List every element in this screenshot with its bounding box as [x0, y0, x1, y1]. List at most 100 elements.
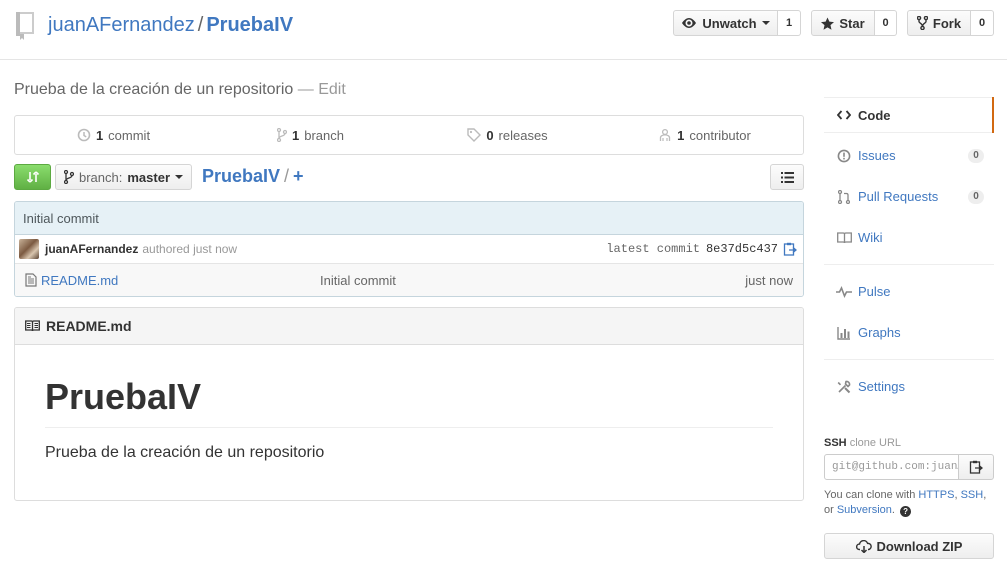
sidebar-item-graphs[interactable]: Graphs [824, 312, 994, 353]
sidebar-item-label: Pulse [858, 284, 891, 299]
file-commit-message-link[interactable]: Initial commit [320, 273, 396, 288]
pull-request-icon [836, 189, 852, 205]
readme-body: PruebaIV Prueba de la creación de un rep… [15, 345, 803, 462]
sidebar-item-wiki[interactable]: Wiki [824, 217, 994, 258]
latest-commit-message[interactable]: Initial commit [15, 202, 803, 235]
clone-subversion-link[interactable]: Subversion [837, 504, 892, 516]
download-zip-button[interactable]: Download ZIP [824, 533, 994, 559]
readme-heading: PruebaIV [45, 375, 773, 428]
fork-button[interactable]: Fork [907, 10, 971, 36]
star-count[interactable]: 0 [875, 10, 897, 36]
code-icon [836, 107, 852, 123]
fork-icon [916, 16, 928, 30]
branches-label: branch [304, 127, 344, 143]
table-row: README.md Initial commit just now [15, 264, 803, 296]
star-button[interactable]: Star [811, 10, 875, 36]
issue-opened-icon [836, 148, 852, 164]
commits-count: 1 [95, 127, 104, 143]
commit-meta: juanAFernandez authored just now latest … [15, 235, 803, 264]
sidebar-item-label: Settings [858, 379, 905, 394]
clone-help-text: You can clone with HTTPS, SSH, or Subver… [824, 489, 987, 517]
file-table: Initial commit juanAFernandez authored j… [14, 201, 804, 297]
sidebar-item-label: Code [858, 107, 891, 123]
repo-header: juanAFernandez / PruebaIV Unwatch 1 Star 0… [0, 0, 1007, 60]
breadcrumb-separator: / [284, 166, 290, 186]
file-list-toggle-button[interactable] [770, 164, 804, 190]
book-icon [25, 320, 40, 332]
sidebar-divider [824, 264, 994, 265]
contributors-link[interactable]: 1 contributor [606, 116, 803, 154]
sidebar-item-settings[interactable]: Settings [824, 366, 994, 407]
contributors-label: contributor [689, 127, 751, 143]
repo-title: juanAFernandez / PruebaIV [48, 13, 293, 37]
eye-icon [682, 18, 697, 28]
branches-count: 1 [292, 127, 300, 143]
clone-help-prefix: You can clone with [824, 489, 916, 501]
clipboard-icon[interactable] [783, 242, 797, 256]
sidebar-item-label: Graphs [858, 325, 901, 340]
cloud-download-icon [855, 539, 872, 553]
releases-count: 0 [486, 127, 494, 143]
branches-link[interactable]: 1 branch [212, 116, 409, 154]
question-icon[interactable]: ? [900, 506, 912, 517]
sidebar-item-label: Wiki [858, 230, 883, 245]
breadcrumb-root-link[interactable]: PruebaIV [202, 166, 280, 186]
clone-help-or: or [824, 504, 834, 516]
commit-author-link[interactable]: juanAFernandez [45, 242, 138, 256]
sidebar-item-code[interactable]: Code [824, 97, 994, 133]
branch-prefix: branch: [78, 169, 123, 185]
fork-count[interactable]: 0 [971, 10, 994, 36]
sidebar-item-label: Pull Requests [858, 189, 939, 204]
sidebar-item-issues[interactable]: Issues 0 [824, 135, 994, 176]
sidebar-item-pulse[interactable]: Pulse [824, 271, 994, 312]
chevron-down-icon [175, 175, 183, 179]
readme-filename: README.md [46, 318, 132, 334]
branch-icon [63, 170, 74, 184]
clone-url-input[interactable]: git@github.com:juanAFernandez/PruebaIV.g… [824, 454, 959, 480]
history-icon [77, 128, 91, 142]
readme-paragraph: Prueba de la creación de un repositorio [45, 444, 325, 461]
fork-label: Fork [932, 15, 962, 31]
graph-icon [836, 325, 852, 341]
clone-url-label: SSH clone URL [824, 437, 901, 449]
chevron-down-icon [761, 21, 770, 25]
clipboard-icon [969, 460, 983, 474]
copy-clone-url-button[interactable] [958, 454, 994, 480]
clone-protocol: SSH [824, 437, 847, 449]
file-name-link[interactable]: README.md [41, 273, 118, 288]
pulse-icon [836, 284, 852, 300]
contributors-count: 1 [677, 127, 685, 143]
compare-button[interactable] [14, 164, 51, 190]
readme-header: README.md [15, 308, 803, 345]
commit-sha-link[interactable]: 8e37d5c437 [706, 242, 778, 256]
clone-ssh-link[interactable]: SSH [961, 489, 984, 501]
readme-panel: README.md PruebaIV Prueba de la creación… [14, 307, 804, 501]
star-label: Star [839, 15, 865, 31]
clone-label-text: clone URL [849, 437, 902, 449]
sidebar-item-pull-requests[interactable]: Pull Requests 0 [824, 176, 994, 217]
book-icon [836, 230, 852, 246]
download-zip-label: Download ZIP [876, 538, 963, 554]
compare-icon [26, 171, 39, 183]
repo-owner-link[interactable]: juanAFernandez [48, 14, 195, 36]
repo-name-link[interactable]: PruebaIV [206, 14, 293, 36]
watch-count[interactable]: 1 [778, 10, 801, 36]
branch-name: master [127, 169, 170, 185]
branch-selector[interactable]: branch: master [55, 164, 192, 190]
repo-title-separator: / [197, 14, 204, 36]
edit-description-link[interactable]: — Edit [298, 81, 346, 98]
repo-icon [14, 10, 38, 42]
tools-icon [836, 379, 852, 395]
unwatch-button[interactable]: Unwatch [673, 10, 778, 36]
commits-link[interactable]: 1 commit [15, 116, 212, 154]
repo-summary: 1 commit 1 branch 0 releases 1 contribut… [14, 115, 804, 155]
organization-icon [660, 128, 671, 141]
commits-label: commit [108, 127, 151, 143]
breadcrumb: PruebaIV / + [202, 166, 304, 187]
releases-label: releases [498, 127, 548, 143]
new-file-button[interactable]: + [293, 166, 304, 186]
avatar[interactable] [19, 239, 39, 259]
star-icon [821, 16, 835, 30]
releases-link[interactable]: 0 releases [409, 116, 606, 154]
clone-https-link[interactable]: HTTPS [918, 489, 954, 501]
